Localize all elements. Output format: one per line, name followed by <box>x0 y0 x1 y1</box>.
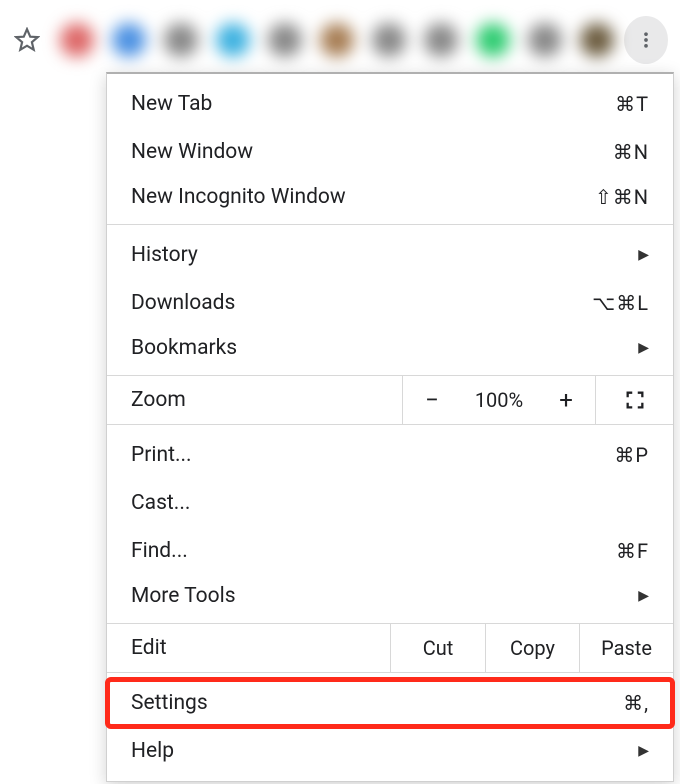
submenu-arrow-icon: ▶ <box>638 340 649 356</box>
extension-icon[interactable] <box>60 23 94 57</box>
menu-item-bookmarks[interactable]: Bookmarks ▶ <box>107 327 673 375</box>
more-menu-button[interactable] <box>624 16 668 64</box>
menu-item-find[interactable]: Find... ⌘F <box>107 527 673 575</box>
extension-icon[interactable] <box>476 23 510 57</box>
extension-icon[interactable] <box>424 23 458 57</box>
extension-icon[interactable] <box>372 23 406 57</box>
submenu-arrow-icon: ▶ <box>638 743 649 759</box>
paste-button[interactable]: Paste <box>579 624 673 672</box>
menu-item-label: New Tab <box>131 92 615 116</box>
bookmark-star-icon[interactable] <box>12 24 42 56</box>
menu-item-label: Find... <box>131 539 616 563</box>
extensions-row <box>60 23 614 57</box>
browser-toolbar <box>0 10 680 70</box>
zoom-row: Zoom − 100% + <box>107 376 673 424</box>
menu-item-more-tools[interactable]: More Tools ▶ <box>107 575 673 623</box>
main-menu-dropdown: New Tab ⌘T New Window ⌘N New Incognito W… <box>106 72 674 782</box>
menu-item-help[interactable]: Help ▶ <box>107 727 673 775</box>
copy-button[interactable]: Copy <box>485 624 579 672</box>
menu-item-downloads[interactable]: Downloads ⌥⌘L <box>107 279 673 327</box>
menu-item-label: More Tools <box>131 584 628 608</box>
extension-icon[interactable] <box>320 23 354 57</box>
menu-item-new-window[interactable]: New Window ⌘N <box>107 128 673 176</box>
keyboard-shortcut: ⇧⌘N <box>595 185 649 209</box>
extension-icon[interactable] <box>580 23 614 57</box>
extension-icon[interactable] <box>268 23 302 57</box>
fullscreen-button[interactable] <box>595 376 673 424</box>
menu-item-settings[interactable]: Settings ⌘, <box>107 679 673 727</box>
menu-item-label: History <box>131 243 628 267</box>
menu-item-label: Print... <box>131 443 614 467</box>
zoom-out-button[interactable]: − <box>403 376 461 424</box>
menu-item-label: Settings <box>131 691 623 715</box>
menu-item-label: New Window <box>131 140 613 164</box>
cut-button[interactable]: Cut <box>391 624 485 672</box>
keyboard-shortcut: ⌘N <box>613 140 649 164</box>
menu-item-label: New Incognito Window <box>131 185 595 209</box>
extension-icon[interactable] <box>164 23 198 57</box>
keyboard-shortcut: ⌘F <box>616 539 649 563</box>
edit-row: Edit Cut Copy Paste <box>107 624 673 672</box>
zoom-label: Zoom <box>107 376 403 424</box>
zoom-value: 100% <box>461 376 537 424</box>
menu-item-cast[interactable]: Cast... <box>107 479 673 527</box>
menu-item-label: Help <box>131 739 628 763</box>
zoom-in-button[interactable]: + <box>537 376 595 424</box>
extension-icon[interactable] <box>528 23 562 57</box>
keyboard-shortcut: ⌥⌘L <box>592 291 649 315</box>
menu-item-print[interactable]: Print... ⌘P <box>107 431 673 479</box>
menu-item-label: Downloads <box>131 291 592 315</box>
edit-label: Edit <box>107 624 391 672</box>
menu-item-history[interactable]: History ▶ <box>107 231 673 279</box>
menu-item-new-incognito[interactable]: New Incognito Window ⇧⌘N <box>107 176 673 224</box>
menu-item-label: Cast... <box>131 491 649 515</box>
extension-icon[interactable] <box>216 23 250 57</box>
keyboard-shortcut: ⌘T <box>615 92 649 116</box>
menu-item-label: Bookmarks <box>131 336 628 360</box>
keyboard-shortcut: ⌘P <box>614 443 649 467</box>
menu-item-new-tab[interactable]: New Tab ⌘T <box>107 80 673 128</box>
submenu-arrow-icon: ▶ <box>638 588 649 604</box>
submenu-arrow-icon: ▶ <box>638 247 649 263</box>
extension-icon[interactable] <box>112 23 146 57</box>
keyboard-shortcut: ⌘, <box>623 691 649 715</box>
